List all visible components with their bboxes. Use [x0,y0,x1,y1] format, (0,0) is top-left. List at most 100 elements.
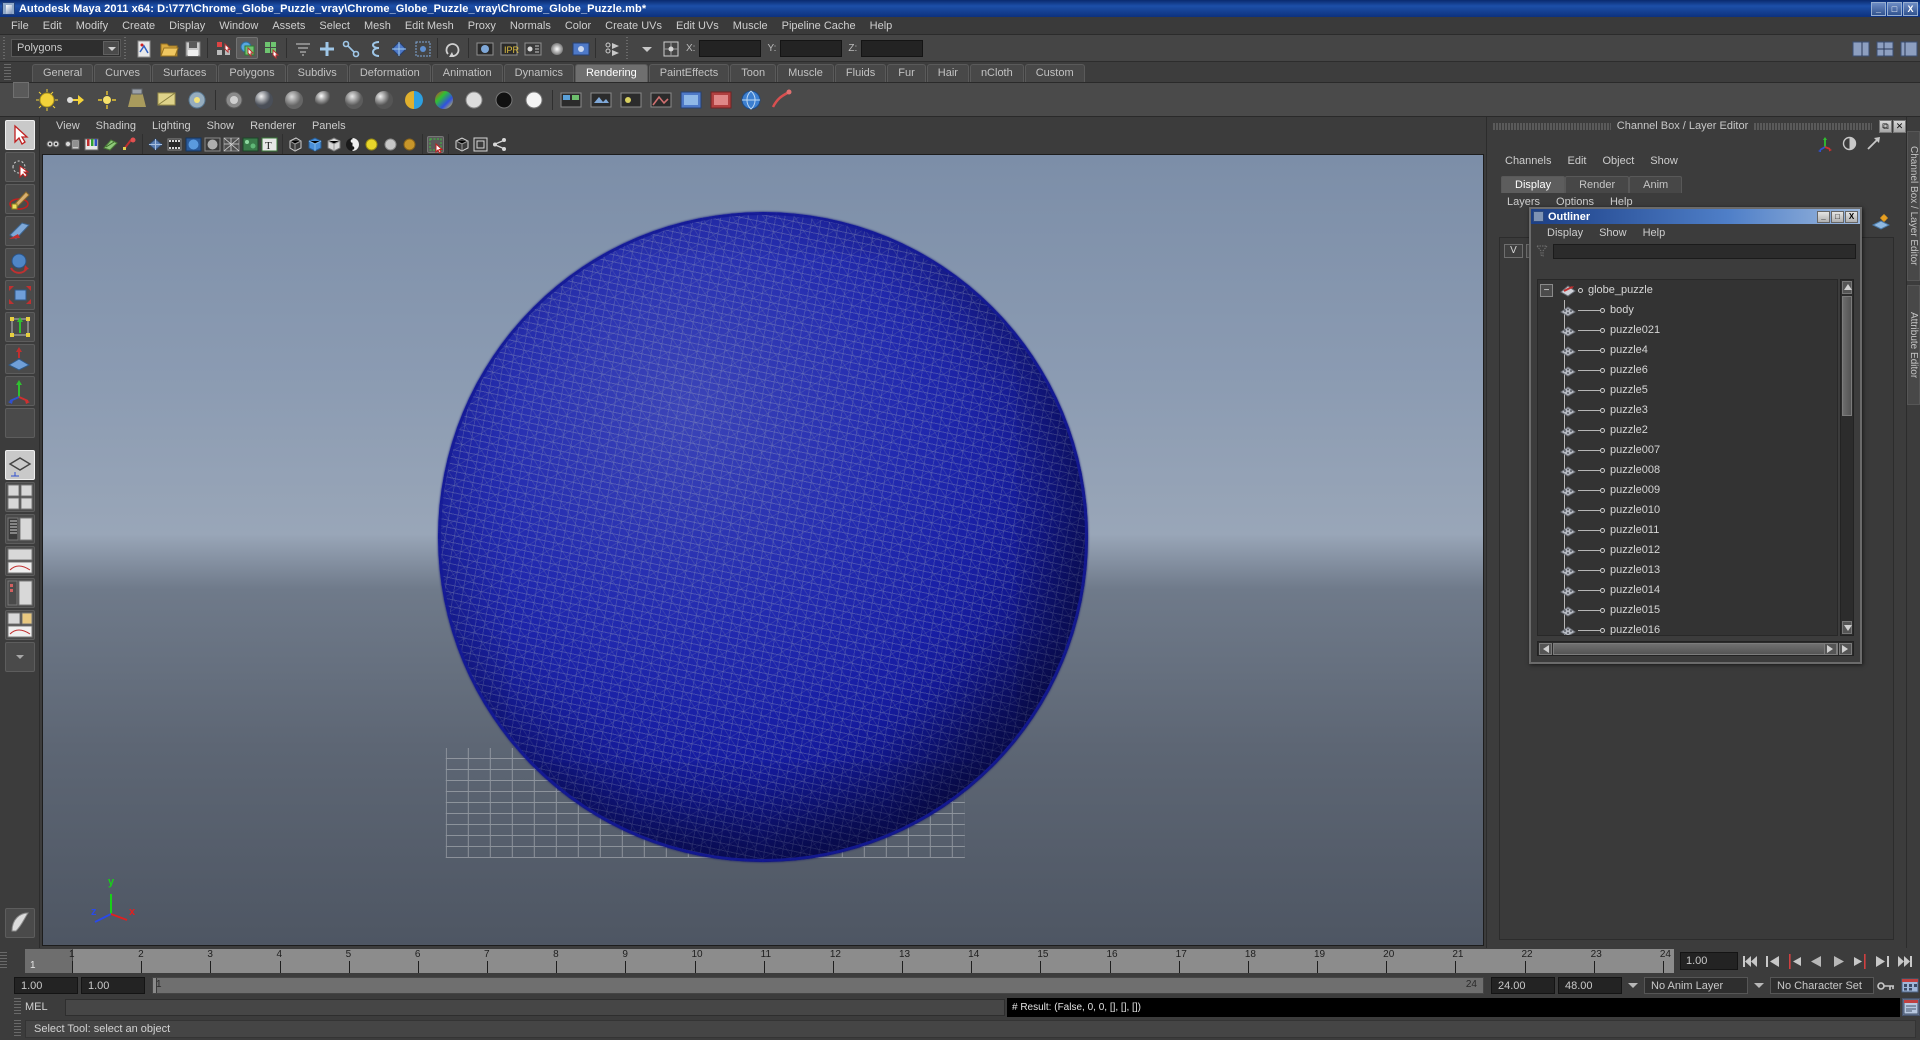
x-coord-field[interactable] [699,39,762,57]
render-view-window-icon[interactable] [678,87,704,113]
range-end-field[interactable]: 24.00 [1491,976,1555,994]
render-view-icon[interactable] [569,37,591,59]
layer-tab-render[interactable]: Render [1565,176,1630,193]
outliner-item-row[interactable]: puzzle014 [1538,580,1837,600]
component-mask-icon[interactable] [291,37,313,59]
go-to-end-icon[interactable] [1895,952,1914,971]
channel-box-restore-button[interactable]: ⧉ [1879,119,1892,133]
menu-item-mesh[interactable]: Mesh [357,17,398,35]
next-key-icon[interactable] [1851,952,1870,971]
shelf-tab-general[interactable]: General [32,64,94,82]
current-time-field[interactable]: 1.00 [1680,952,1738,970]
viewport-menu-shading[interactable]: Shading [88,120,144,132]
menu-item-display[interactable]: Display [162,17,212,35]
viewport-menu-show[interactable]: Show [199,120,243,132]
shelf-tab-toon[interactable]: Toon [730,64,777,82]
point-light-icon[interactable] [94,87,120,113]
menu-item-pipeline-cache[interactable]: Pipeline Cache [775,17,863,35]
phong-shader-icon[interactable] [311,87,337,113]
outliner-menu-help[interactable]: Help [1635,227,1674,239]
rotate-tool-icon[interactable] [4,248,35,278]
last-tool-used-icon[interactable] [4,408,35,438]
hypershade-persp-layout-icon[interactable] [4,578,35,608]
show-hide-attribute-editor-icon[interactable] [1873,37,1895,59]
vertical-tab-1[interactable]: Attribute Editor [1907,285,1920,405]
outliner-item-row[interactable]: puzzle2 [1538,420,1837,440]
select-by-component-icon[interactable] [260,37,282,60]
input-output-connections-icon[interactable] [659,37,681,59]
lasso-tool-icon[interactable] [4,152,35,182]
outliner-item-row[interactable]: puzzle016 [1538,620,1837,635]
anisotropic-shader-icon[interactable] [371,87,397,113]
scroll-right-arrow[interactable] [1839,643,1852,655]
outliner-item-row[interactable]: puzzle3 [1538,400,1837,420]
outliner-item-row[interactable]: puzzle009 [1538,480,1837,500]
shelf-left-controls[interactable] [0,62,30,117]
menu-item-file[interactable]: File [4,17,36,35]
viewport-menu-lighting[interactable]: Lighting [144,120,199,132]
ramp-shader-icon[interactable] [431,87,457,113]
camera-attributes-icon[interactable] [64,136,81,153]
anim-layer-chevron-down-icon[interactable] [1625,977,1641,993]
viewport-menu-renderer[interactable]: Renderer [242,120,304,132]
save-scene-icon[interactable] [181,37,203,59]
outliner-close-button[interactable]: X [1845,210,1858,223]
prev-key-icon[interactable] [1785,952,1804,971]
new-scene-icon[interactable] [133,37,155,59]
viewport-menu-view[interactable]: View [48,120,88,132]
menu-item-help[interactable]: Help [863,17,900,35]
outliner-search-input[interactable] [1553,243,1856,259]
shelf-tab-custom[interactable]: Custom [1024,64,1085,82]
outliner-persp-layout-icon[interactable] [4,514,35,544]
scale-tool-icon[interactable] [4,280,35,310]
channelbox-menu-channels[interactable]: Channels [1497,155,1559,167]
play-forwards-icon[interactable] [1829,952,1848,971]
channelbox-menu-edit[interactable]: Edit [1559,155,1594,167]
snap-to-plane-icon[interactable] [387,37,409,59]
paint-effects-icon[interactable] [768,87,794,113]
select-camera-icon[interactable] [45,136,62,153]
time-slider-track[interactable]: 1 1 2 3 4 5 6 7 8 9 10 11 12 13 14 15 16 17 18 19 20 21 22 23 2… [25,949,1674,973]
globe-texture-icon[interactable] [738,87,764,113]
shelf-tab-ncloth[interactable]: nCloth [969,64,1024,82]
menu-item-create[interactable]: Create [115,17,162,35]
layer-tab-anim[interactable]: Anim [1629,176,1683,193]
selection-mode-dropdown[interactable]: Polygons [11,39,121,57]
select-by-object-icon[interactable] [236,37,258,59]
outliner-item-row[interactable]: puzzle6 [1538,360,1837,380]
step-forward-icon[interactable] [1873,952,1892,971]
y-coord-field[interactable] [780,39,843,57]
outliner-item-row[interactable]: puzzle5 [1538,380,1837,400]
command-line-grip[interactable] [14,998,21,1016]
range-anim-start-field[interactable]: 1.00 [81,976,145,994]
shelf-tab-surfaces[interactable]: Surfaces [151,64,218,82]
outliner-horizontal-scrollbar[interactable] [1537,641,1854,656]
channelbox-menu-show[interactable]: Show [1642,155,1686,167]
window-maximize-button[interactable]: □ [1887,1,1902,16]
range-start-field[interactable]: 1.00 [14,976,78,994]
menu-item-edit-uvs[interactable]: Edit UVs [669,17,726,35]
shelf-tab-animation[interactable]: Animation [431,64,503,82]
shelf-tab-fur[interactable]: Fur [887,64,926,82]
image-plane-icon[interactable] [102,136,119,153]
wireframe-on-shaded-icon[interactable] [223,136,240,153]
outliner-item-row[interactable]: puzzle011 [1538,520,1837,540]
lambert-shader-icon[interactable] [281,87,307,113]
range-track[interactable]: 1 24 [152,976,1484,994]
layout-more-icon[interactable] [4,642,35,672]
outliner-item-row[interactable]: puzzle007 [1538,440,1837,460]
render-globals-icon[interactable] [221,87,247,113]
character-set-dropdown[interactable]: No Character Set [1770,976,1874,994]
outliner-maximize-button[interactable]: □ [1831,210,1844,223]
select-by-hierarchy-icon[interactable] [212,37,234,59]
outliner-hscroll-thumb[interactable] [1553,642,1838,655]
render-passes-icon[interactable] [618,87,644,113]
outliner-item-row[interactable]: puzzle013 [1538,560,1837,580]
outliner-item-row[interactable]: puzzle021 [1538,320,1837,340]
character-set-chevron-down-icon[interactable] [1751,977,1767,993]
toolbar-grip-3[interactable] [625,37,632,59]
single-perspective-view-icon[interactable] [4,450,35,480]
textured-mode-icon[interactable] [242,136,259,153]
auto-key-icon[interactable] [1877,977,1897,994]
paint-selection-tool-icon[interactable] [4,184,35,214]
